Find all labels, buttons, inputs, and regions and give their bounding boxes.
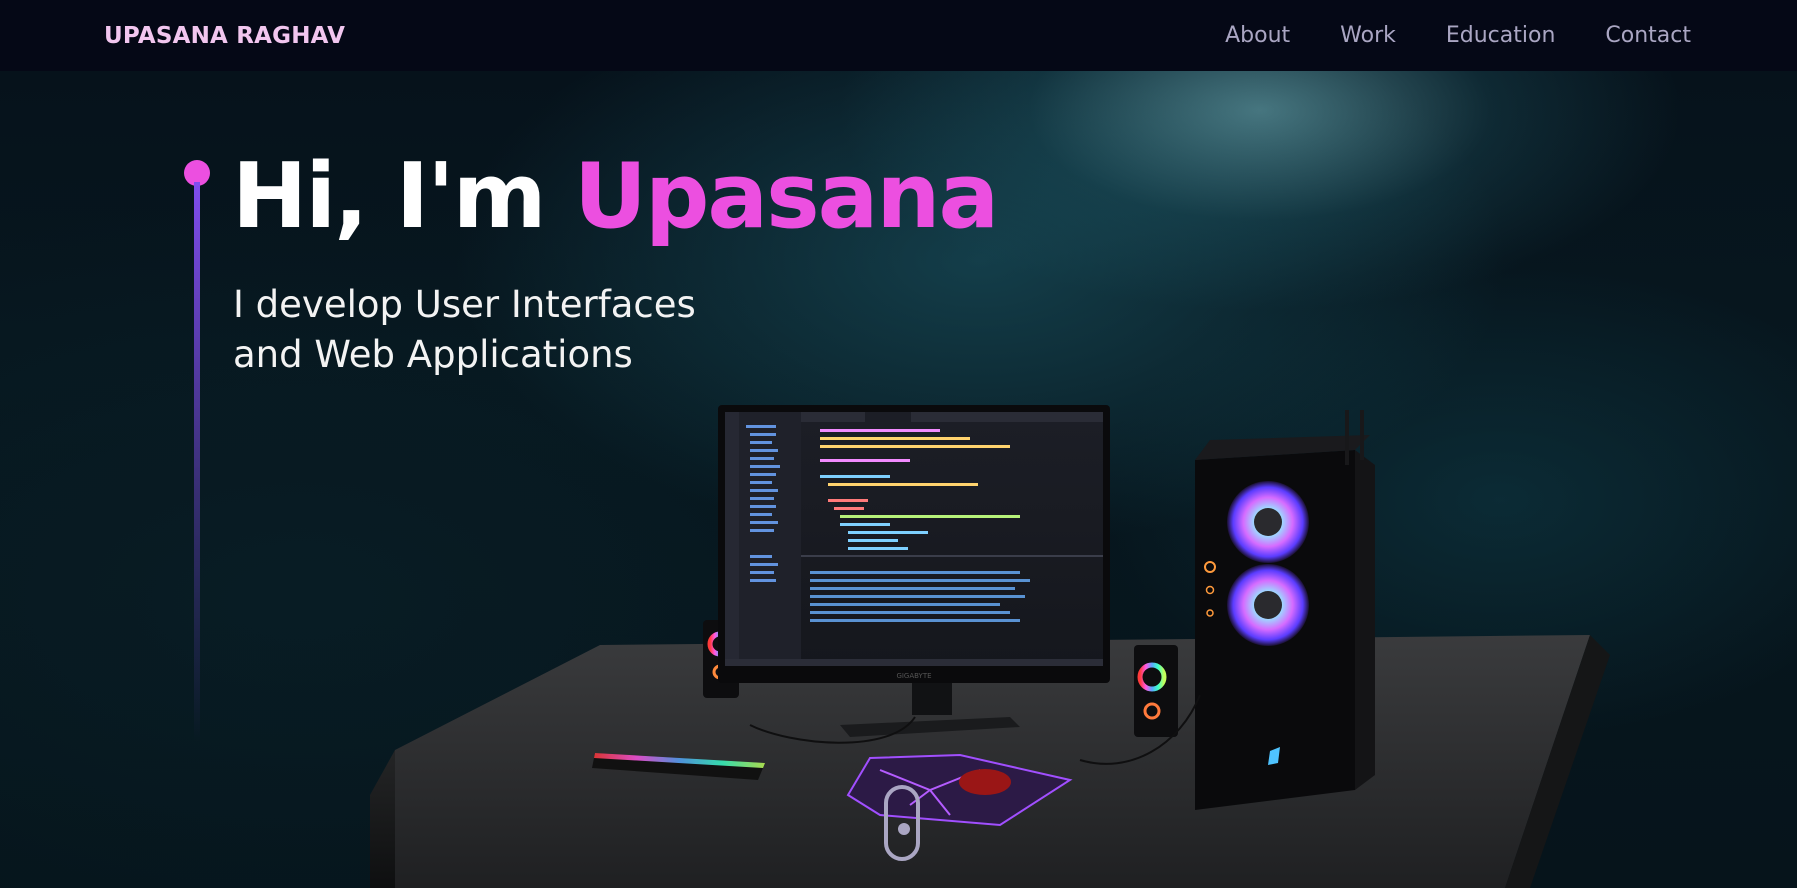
computer-desk-scene[interactable]: GIGABYTE [370, 395, 1610, 888]
mouse [959, 769, 1011, 795]
navbar: UPASANA RAGHAV About Work Education Cont… [0, 0, 1797, 71]
nav-links: About Work Education Contact [1225, 23, 1691, 48]
page: UPASANA RAGHAV About Work Education Cont… [0, 0, 1797, 888]
nav-link-contact[interactable]: Contact [1605, 23, 1691, 48]
scroll-dot-icon [898, 823, 910, 835]
monitor: GIGABYTE [718, 405, 1110, 683]
nav-link-about[interactable]: About [1225, 23, 1290, 48]
hero-name: Upasana [573, 144, 999, 249]
site-logo[interactable]: UPASANA RAGHAV [104, 23, 345, 49]
monitor-brand: GIGABYTE [896, 672, 931, 680]
hero-title: Hi, I'm Upasana [232, 144, 999, 249]
hero-greeting: Hi, I'm [232, 144, 574, 249]
hero-subtitle-line1: I develop User Interfaces [233, 283, 696, 326]
right-speaker [1134, 645, 1178, 737]
nav-link-work[interactable]: Work [1340, 23, 1396, 48]
nav-link-education[interactable]: Education [1446, 23, 1556, 48]
scroll-down-indicator[interactable] [884, 785, 920, 861]
hero-subtitle-line2: and Web Applications [233, 333, 633, 376]
hero-accent-bar [194, 182, 200, 742]
pc-tower [1195, 410, 1375, 810]
hero-subtitle: I develop User Interfaces and Web Applica… [233, 280, 696, 380]
